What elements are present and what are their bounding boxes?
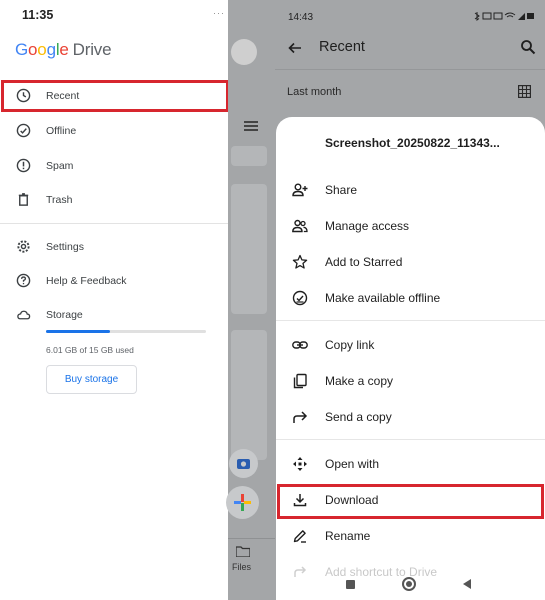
menu-item-copy-link[interactable]: Copy link bbox=[276, 328, 545, 362]
storage-used-text: 6.01 GB of 15 GB used bbox=[46, 345, 134, 355]
storage-progress-fill bbox=[46, 330, 110, 333]
background-card bbox=[231, 184, 267, 314]
camera-icon bbox=[237, 459, 250, 469]
menu-item-label: Share bbox=[325, 183, 358, 197]
menu-item-label: Make a copy bbox=[325, 374, 394, 388]
storage-progress-bar bbox=[46, 330, 206, 333]
link-icon bbox=[292, 341, 308, 349]
menu-item-label: Open with bbox=[325, 457, 380, 471]
menu-item-label: Make available offline bbox=[325, 291, 441, 305]
menu-item-send-a-copy[interactable]: Send a copy bbox=[276, 400, 545, 434]
status-time: 14:43 bbox=[288, 12, 314, 23]
copy-icon bbox=[293, 373, 307, 389]
back-button-icon[interactable] bbox=[463, 579, 471, 589]
menu-item-open-with[interactable]: Open with bbox=[276, 447, 545, 481]
menu-item-label: Manage access bbox=[325, 219, 410, 233]
menu-item-manage-access[interactable]: Manage access bbox=[276, 209, 545, 243]
menu-item-share[interactable]: Share bbox=[276, 173, 545, 207]
grid-view-icon[interactable] bbox=[518, 85, 531, 98]
menu-item-label: Copy link bbox=[325, 338, 375, 352]
menu-item-label: Send a copy bbox=[325, 410, 392, 424]
nav-item-label: Trash bbox=[46, 194, 73, 206]
back-arrow-icon[interactable] bbox=[287, 40, 303, 56]
nav-item-label: Help & Feedback bbox=[46, 275, 127, 287]
file-name: Screenshot_20250822_11343... bbox=[325, 136, 500, 150]
plus-icon bbox=[234, 494, 251, 511]
list-view-icon bbox=[244, 121, 258, 131]
sheet-divider bbox=[276, 320, 545, 321]
page-title: Recent bbox=[319, 39, 365, 55]
background-card bbox=[231, 146, 267, 166]
drawer-divider bbox=[0, 223, 228, 224]
gear-icon bbox=[17, 240, 30, 253]
nav-item-label: Spam bbox=[46, 160, 74, 172]
notification-dots-icon: ··· bbox=[213, 7, 225, 18]
nav-item-label: Offline bbox=[46, 125, 77, 137]
new-fab bbox=[226, 486, 259, 519]
menu-item-rename[interactable]: Rename bbox=[276, 519, 545, 553]
nav-item-settings[interactable]: Settings bbox=[0, 231, 228, 263]
menu-item-label: Rename bbox=[325, 529, 371, 543]
right-screenshot: 14:43 Recent Last month Screenshot_20250… bbox=[275, 0, 545, 600]
open-with-icon bbox=[293, 457, 307, 471]
avatar bbox=[231, 39, 257, 65]
nav-item-label: Storage bbox=[46, 309, 83, 321]
status-indicator-icons bbox=[474, 12, 534, 21]
google-drive-logo: Google Drive bbox=[15, 40, 112, 59]
camera-fab bbox=[229, 449, 258, 478]
trash-icon bbox=[18, 193, 29, 206]
highlight-box-download bbox=[277, 484, 544, 519]
bottom-nav-divider bbox=[228, 538, 275, 539]
cloud-icon bbox=[17, 310, 31, 320]
offline-icon bbox=[16, 123, 31, 138]
pencil-icon bbox=[293, 530, 306, 543]
offline-check-icon bbox=[292, 290, 308, 306]
menu-item-add-to-starred[interactable]: Add to Starred bbox=[276, 245, 545, 279]
files-tab-label: Files bbox=[232, 562, 252, 572]
sheet-divider bbox=[276, 439, 545, 440]
search-icon[interactable] bbox=[520, 39, 536, 55]
system-navigation-bar bbox=[275, 565, 545, 600]
menu-item-label: Add to Starred bbox=[325, 255, 403, 269]
help-icon bbox=[16, 273, 31, 288]
nav-item-spam[interactable]: Spam bbox=[0, 150, 228, 182]
star-icon bbox=[292, 254, 308, 269]
highlight-box-recent bbox=[1, 80, 229, 112]
nav-item-help-feedback[interactable]: Help & Feedback bbox=[0, 265, 228, 297]
spam-icon bbox=[16, 158, 31, 173]
menu-item-make-available-offline[interactable]: Make available offline bbox=[276, 281, 545, 315]
section-label: Last month bbox=[287, 86, 342, 98]
nav-item-label: Settings bbox=[46, 241, 84, 253]
people-icon bbox=[292, 219, 308, 233]
nav-item-storage[interactable]: Storage bbox=[0, 299, 228, 331]
left-screenshot: 11:35 ··· 70 GoogleDrive Recent Offline … bbox=[0, 0, 275, 600]
status-time: 11:35 bbox=[22, 8, 54, 22]
person-add-icon bbox=[292, 183, 308, 197]
bottom-sheet: Screenshot_20250822_11343... Share Manag… bbox=[276, 117, 545, 600]
recents-button-icon[interactable] bbox=[346, 580, 355, 589]
folder-icon bbox=[236, 546, 250, 557]
status-bar: 14:43 bbox=[275, 0, 545, 30]
header-divider bbox=[275, 69, 545, 70]
menu-item-make-a-copy[interactable]: Make a copy bbox=[276, 364, 545, 398]
send-icon bbox=[293, 411, 308, 423]
nav-item-trash[interactable]: Trash bbox=[0, 184, 228, 216]
home-button-icon[interactable] bbox=[402, 577, 416, 591]
buy-storage-button[interactable]: Buy storage bbox=[46, 365, 137, 394]
background-card bbox=[231, 330, 267, 460]
nav-item-offline[interactable]: Offline bbox=[0, 115, 228, 147]
status-icons bbox=[473, 11, 535, 23]
navigation-drawer: 11:35 ··· 70 GoogleDrive Recent Offline … bbox=[0, 0, 256, 600]
